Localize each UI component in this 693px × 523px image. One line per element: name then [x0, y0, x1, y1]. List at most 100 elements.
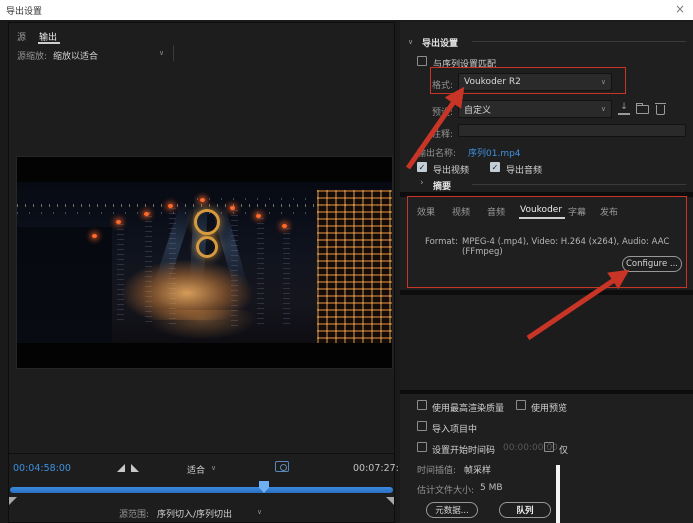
max-render-quality-checkbox[interactable]: [417, 400, 427, 410]
scrubber-track[interactable]: [10, 487, 393, 493]
check-icon: ✓: [492, 163, 499, 172]
tab-effects[interactable]: 效果: [417, 205, 435, 218]
current-timecode[interactable]: 00:04:58:00: [13, 463, 71, 474]
set-in-point-icon[interactable]: [117, 464, 125, 472]
lit-buildings-right: [317, 190, 392, 343]
zoom-fit-value[interactable]: 适合: [187, 463, 205, 476]
queue-button[interactable]: 队列: [499, 502, 551, 518]
tower-light: [116, 220, 121, 224]
export-settings-header: 导出设置: [422, 36, 458, 49]
summary-divider: [472, 184, 686, 185]
white-artifact-bar: [556, 465, 560, 523]
preset-label: 预设:: [432, 105, 453, 118]
work-area-right-handle[interactable]: [386, 497, 394, 505]
format-summary-value: MPEG-4 (.mp4), Video: H.264 (x264), Audi…: [462, 237, 693, 257]
output-name-label: 输出名称:: [417, 146, 456, 159]
export-video-label: 导出视频: [433, 163, 469, 176]
export-video-checkbox[interactable]: ✓: [417, 162, 427, 172]
source-scaling-value[interactable]: 缩放以适合: [53, 49, 98, 62]
tower-light: [200, 198, 205, 202]
source-range-label: 源范围:: [119, 507, 149, 520]
format-summary-label: Format:: [425, 237, 458, 247]
import-into-project-checkbox[interactable]: [417, 421, 427, 431]
metadata-button[interactable]: 元数据...: [426, 502, 478, 518]
export-settings-section: ∨ 导出设置 与序列设置匹配 格式: Voukoder R2 ∨ 预设: 自定义…: [400, 22, 693, 192]
chevron-right-icon[interactable]: ›: [420, 178, 424, 188]
chevron-down-icon[interactable]: ∨: [211, 464, 216, 472]
water-area: [17, 227, 112, 343]
source-preview-panel: 源 输出 源缩放: 缩放以适合 ∨: [8, 22, 395, 523]
export-audio-label: 导出音频: [506, 163, 542, 176]
tab-voukoder[interactable]: Voukoder: [520, 205, 562, 215]
time-interpolation-label: 时间插值:: [417, 463, 456, 476]
set-start-timecode-label: 设置开始时间码: [432, 443, 495, 456]
delete-preset-icon[interactable]: [656, 105, 665, 115]
tab-source[interactable]: 源: [17, 30, 26, 43]
encoder-section: 效果 视频 音频 Voukoder 字幕 发布 Format: MPEG-4 (…: [400, 197, 693, 290]
video-frame-city-night: [17, 182, 392, 343]
video-preview: [16, 156, 393, 369]
chevron-down-icon: ∨: [601, 105, 606, 113]
export-frame-icon[interactable]: [275, 461, 289, 472]
render-options-section: 使用最高渲染质量 使用预览 导入项目中 设置开始时间码 00:00:00:00 …: [400, 394, 693, 523]
active-tab-underline: [519, 217, 565, 219]
tab-captions[interactable]: 字幕: [568, 205, 586, 218]
match-sequence-checkbox[interactable]: [417, 56, 427, 66]
use-previews-label: 使用预览: [531, 401, 567, 414]
titlebar: 导出设置 ×: [0, 0, 693, 20]
estimated-size-label: 估计文件大小:: [417, 483, 474, 496]
chevron-down-icon[interactable]: ∨: [159, 49, 164, 57]
tower-light: [168, 204, 173, 208]
use-previews-checkbox[interactable]: [516, 400, 526, 410]
check-icon: ✓: [419, 163, 426, 172]
output-name-link[interactable]: 序列01.mp4: [468, 146, 521, 159]
header-divider: [472, 41, 686, 42]
chevron-down-icon[interactable]: ∨: [408, 38, 413, 46]
tower-light: [256, 214, 261, 218]
golden-ring-bottom: [196, 236, 218, 258]
format-label: 格式:: [432, 78, 453, 91]
golden-ring-top: [194, 209, 220, 235]
import-into-project-label: 导入项目中: [432, 422, 477, 435]
export-settings-panel: ∨ 导出设置 与序列设置匹配 格式: Voukoder R2 ∨ 预设: 自定义…: [400, 20, 693, 523]
close-icon[interactable]: ×: [675, 2, 685, 16]
tab-audio[interactable]: 音频: [487, 205, 505, 218]
divider: [9, 453, 394, 454]
tower: [257, 218, 264, 326]
work-area-left-handle[interactable]: [9, 497, 17, 505]
preset-value: 自定义: [464, 103, 491, 116]
summary-label: 摘要: [433, 179, 451, 192]
dialog-title: 导出设置: [6, 4, 42, 17]
source-range-value[interactable]: 序列切入/序列切出: [157, 507, 232, 520]
estimated-size-value: 5 MB: [480, 483, 503, 493]
preset-dropdown[interactable]: 自定义 ∨: [458, 100, 612, 118]
source-scaling-label: 源缩放:: [17, 49, 47, 62]
tower-light: [92, 234, 97, 238]
save-preset-icon[interactable]: ↓: [618, 103, 630, 115]
export-audio-checkbox[interactable]: ✓: [490, 162, 500, 172]
chevron-down-icon[interactable]: ∨: [257, 508, 262, 516]
import-preset-icon[interactable]: [636, 105, 649, 114]
clipped-option-label: 仅: [559, 443, 568, 456]
set-start-timecode-checkbox[interactable]: [417, 442, 427, 452]
match-sequence-label: 与序列设置匹配: [433, 57, 496, 70]
tower-light: [144, 212, 149, 216]
export-settings-dialog: 导出设置 × 源 输出 源缩放: 缩放以适合 ∨: [0, 0, 693, 523]
light-reflection: [147, 310, 257, 340]
toolbar-divider: [173, 45, 174, 61]
comment-label: 注释:: [432, 127, 453, 140]
tower: [283, 228, 290, 324]
scrubber-range-bar[interactable]: [10, 487, 393, 493]
tab-publish[interactable]: 发布: [600, 205, 618, 218]
comment-input[interactable]: [458, 124, 686, 137]
set-out-point-icon[interactable]: [131, 464, 139, 472]
tower-light: [282, 224, 287, 228]
time-interpolation-value[interactable]: 帧采样: [464, 463, 491, 476]
tab-video[interactable]: 视频: [452, 205, 470, 218]
clipped-option-checkbox[interactable]: [544, 442, 554, 452]
format-dropdown[interactable]: Voukoder R2 ∨: [458, 73, 612, 91]
configure-button[interactable]: Configure ...: [622, 256, 682, 272]
max-render-quality-label: 使用最高渲染质量: [432, 401, 504, 414]
chevron-down-icon: ∨: [601, 78, 606, 86]
active-tab-underline: [38, 42, 60, 44]
